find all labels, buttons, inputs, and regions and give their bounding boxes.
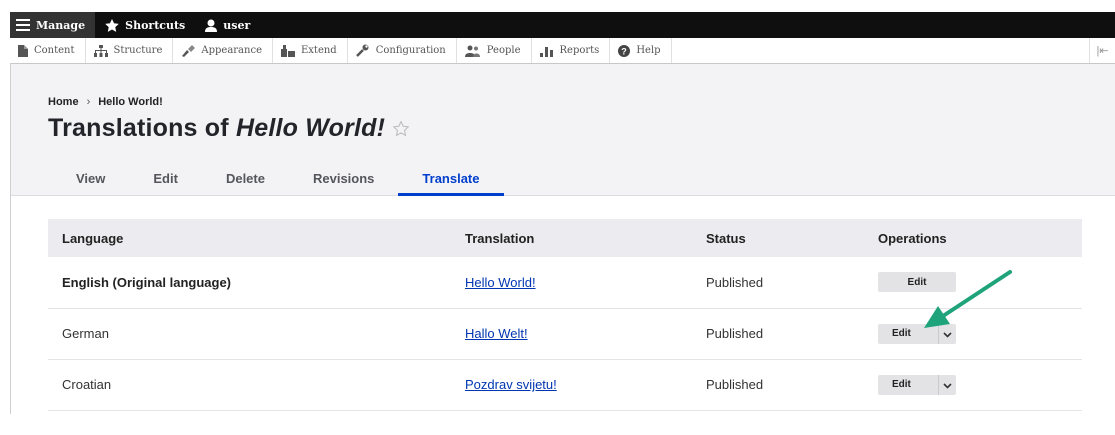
translation-cell: Hello World! <box>451 257 692 309</box>
appearance-icon <box>181 44 196 57</box>
tray-item-help[interactable]: ? Help <box>610 38 672 63</box>
language-cell: English (Original language) <box>48 257 451 309</box>
toolbar-shortcuts-label: Shortcuts <box>125 18 186 32</box>
annotation-arrow-icon <box>924 270 1012 328</box>
tray-item-label: Appearance <box>201 45 262 56</box>
table-header-row: Language Translation Status Operations <box>48 219 1082 257</box>
svg-text:?: ? <box>622 46 628 56</box>
tray-item-label: Extend <box>300 45 337 56</box>
tray-item-label: Reports <box>559 45 600 56</box>
toolbar-user-label: user <box>223 18 251 32</box>
user-icon <box>205 19 218 32</box>
tray-item-label: Configuration <box>375 45 446 56</box>
tray-orientation-toggle[interactable]: |⇤ <box>1089 38 1115 63</box>
tab-delete[interactable]: Delete <box>202 160 289 196</box>
toolbar-user[interactable]: user <box>195 12 260 38</box>
toolbar-manage[interactable]: Manage <box>10 12 96 38</box>
operations-dropbutton: Edit <box>878 374 956 395</box>
column-header-operations: Operations <box>864 219 1082 257</box>
hamburger-icon <box>16 19 30 31</box>
star-icon <box>105 18 119 32</box>
local-tasks-tabs: View Edit Delete Revisions Translate <box>52 160 504 196</box>
edit-button[interactable]: Edit <box>878 375 938 395</box>
tray-item-reports[interactable]: Reports <box>532 38 611 63</box>
toolbar-shortcuts[interactable]: Shortcuts <box>95 12 195 38</box>
extend-icon <box>280 44 295 57</box>
page-title-prefix: Translations of <box>48 114 229 142</box>
tray-item-extend[interactable]: Extend <box>273 38 348 63</box>
breadcrumb-home[interactable]: Home <box>48 96 79 108</box>
tray-item-structure[interactable]: Structure <box>86 38 174 63</box>
chevron-down-icon <box>943 377 952 392</box>
tray-item-label: Structure <box>113 45 163 56</box>
page-title: Translations of Hello World! <box>48 114 410 143</box>
page-title-node: Hello World! <box>235 114 386 142</box>
reports-icon <box>539 45 554 57</box>
operations-cell: Edit <box>864 359 1082 411</box>
language-cell: Croatian <box>48 359 451 411</box>
translation-link[interactable]: Hallo Welt! <box>465 326 528 341</box>
tray-item-label: Help <box>636 45 661 56</box>
table-row: Croatian Pozdrav svijetu! Published Edit <box>48 359 1082 411</box>
toolbar-manage-label: Manage <box>36 18 86 32</box>
tab-translate[interactable]: Translate <box>398 160 504 196</box>
tray-item-people[interactable]: People <box>457 38 532 63</box>
admin-tray: Content Structure Appearance Extend Conf… <box>10 38 1115 64</box>
translation-link[interactable]: Pozdrav svijetu! <box>465 377 557 392</box>
tray-item-label: People <box>486 45 521 56</box>
language-cell: German <box>48 308 451 360</box>
translation-cell: Pozdrav svijetu! <box>451 359 692 411</box>
content-icon <box>18 44 28 57</box>
dropbutton-toggle[interactable] <box>938 374 956 395</box>
tray-item-label: Content <box>34 45 75 56</box>
tray-item-appearance[interactable]: Appearance <box>173 38 273 63</box>
help-icon: ? <box>618 44 631 57</box>
status-cell: Published <box>692 308 864 360</box>
column-header-language: Language <box>48 219 451 257</box>
shortcut-star-icon[interactable] <box>393 121 410 136</box>
status-cell: Published <box>692 257 864 309</box>
column-header-status: Status <box>692 219 864 257</box>
translation-cell: Hallo Welt! <box>451 308 692 360</box>
tray-item-configuration[interactable]: Configuration <box>348 38 457 63</box>
admin-toolbar: Manage Shortcuts user <box>10 12 1115 38</box>
breadcrumb: Home › Hello World! <box>48 96 163 108</box>
translation-link[interactable]: Hello World! <box>465 275 536 290</box>
breadcrumb-separator: › <box>86 96 91 108</box>
people-icon <box>464 45 481 57</box>
tab-view[interactable]: View <box>52 160 129 196</box>
tray-item-content[interactable]: Content <box>10 38 86 63</box>
column-header-translation: Translation <box>451 219 692 257</box>
structure-icon <box>93 44 108 57</box>
status-cell: Published <box>692 359 864 411</box>
breadcrumb-current[interactable]: Hello World! <box>98 96 163 108</box>
tab-edit[interactable]: Edit <box>129 160 202 196</box>
wrench-icon <box>355 44 370 57</box>
tab-revisions[interactable]: Revisions <box>289 160 398 196</box>
